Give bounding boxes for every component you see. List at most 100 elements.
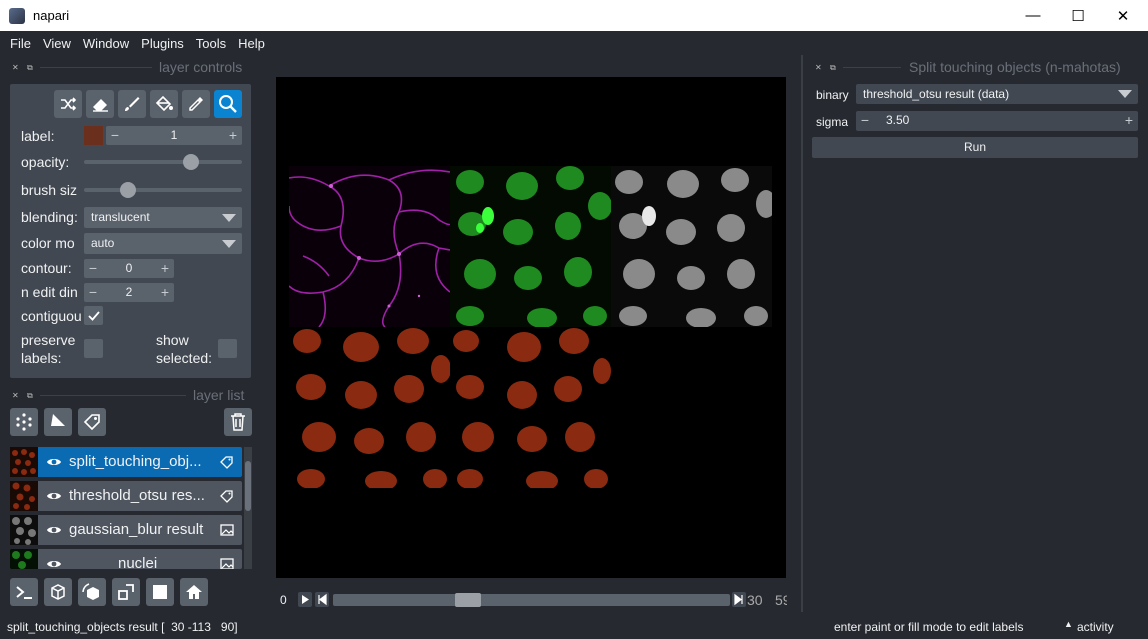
n-edit-dim-spinbox[interactable]: − 2 + xyxy=(84,283,174,302)
layer-list-title: layer list xyxy=(193,387,245,403)
layer-row-gaussian-blur[interactable]: gaussian_blur result xyxy=(10,515,242,545)
maximize-icon: ☐ xyxy=(1071,7,1085,25)
layer-row-nuclei[interactable]: nuclei xyxy=(10,549,242,569)
contour-decrement[interactable]: − xyxy=(84,259,102,278)
n-edit-dim-label: n edit din xyxy=(21,284,78,300)
layer-list-header: ✕ ⧉ xyxy=(12,386,42,404)
layer-name: gaussian_blur result xyxy=(69,521,204,538)
dock-splitter[interactable] xyxy=(801,55,803,612)
contour-increment[interactable]: + xyxy=(156,259,174,278)
toggle-grid-button[interactable] xyxy=(146,578,174,606)
layer-thumbnail xyxy=(10,549,38,569)
play-button[interactable] xyxy=(298,592,312,607)
layer-controls-title: layer controls xyxy=(159,59,243,75)
menu-window[interactable]: Window xyxy=(77,36,135,51)
layer-list-scrollbar[interactable] xyxy=(244,447,252,569)
dock-close-icon[interactable]: ✕ xyxy=(815,63,824,72)
eraser-button[interactable] xyxy=(86,90,114,118)
transpose-dims-button[interactable] xyxy=(112,578,140,606)
layer-name: split_touching_obj... xyxy=(69,453,202,470)
new-labels-layer-button[interactable] xyxy=(78,408,106,436)
chevron-down-icon xyxy=(1118,90,1132,98)
blending-dropdown[interactable]: translucent xyxy=(84,207,242,228)
menu-plugins[interactable]: Plugins xyxy=(135,36,190,51)
dims-slider-handle[interactable] xyxy=(455,593,482,607)
run-button[interactable]: Run xyxy=(812,137,1138,158)
dock-close-icon[interactable]: ✕ xyxy=(12,63,21,72)
skip-forward-icon xyxy=(734,593,743,606)
n-edit-dim-decrement[interactable]: − xyxy=(84,283,102,302)
dock-close-icon[interactable]: ✕ xyxy=(12,391,21,400)
roll-dims-button[interactable] xyxy=(78,578,106,606)
pan-zoom-button[interactable] xyxy=(214,90,242,118)
dock-float-icon[interactable]: ⧉ xyxy=(830,63,839,72)
layer-controls-header: ✕ ⧉ xyxy=(12,58,42,76)
menu-file[interactable]: File xyxy=(4,36,37,51)
show-selected-checkbox[interactable] xyxy=(218,339,237,358)
menu-tools[interactable]: Tools xyxy=(190,36,232,51)
layer-row-split-touching[interactable]: split_touching_obj... xyxy=(10,447,242,477)
plugin-panel-title: Split touching objects (n-mahotas) xyxy=(909,59,1121,75)
console-button[interactable] xyxy=(10,578,38,606)
new-points-layer-button[interactable] xyxy=(10,408,38,436)
scrollbar-thumb[interactable] xyxy=(245,461,251,511)
preserve-labels-label-line1: preserve xyxy=(21,332,76,348)
binary-value: threshold_otsu result (data) xyxy=(863,87,1010,101)
menu-view[interactable]: View xyxy=(37,36,77,51)
color-picker-button[interactable] xyxy=(182,90,210,118)
zoom-icon xyxy=(219,95,237,113)
brush-size-label: brush siz xyxy=(21,182,78,198)
menu-help[interactable]: Help xyxy=(232,36,271,51)
paint-brush-button[interactable] xyxy=(118,90,146,118)
layer-name: threshold_otsu res... xyxy=(69,487,205,504)
step-forward-button[interactable] xyxy=(732,592,746,607)
reset-view-button[interactable] xyxy=(180,578,208,606)
viewer-canvas[interactable] xyxy=(276,77,786,578)
label-increment[interactable]: + xyxy=(224,126,242,145)
show-selected-label-line2: selected: xyxy=(156,350,213,366)
dock-float-icon[interactable]: ⧉ xyxy=(27,63,36,72)
brush-size-slider-handle[interactable] xyxy=(119,182,136,198)
label-decrement[interactable]: − xyxy=(106,126,124,145)
maximize-button[interactable]: ☐ xyxy=(1055,0,1101,31)
brush-size-slider[interactable] xyxy=(84,188,242,192)
contiguous-checkbox[interactable] xyxy=(84,306,103,325)
layer-row-threshold-otsu[interactable]: threshold_otsu res... xyxy=(10,481,242,511)
image-layer-icon xyxy=(220,524,234,536)
label-spinbox[interactable]: − 1 + xyxy=(106,126,242,145)
new-shapes-layer-button[interactable] xyxy=(44,408,72,436)
activity-button[interactable]: activity xyxy=(1077,620,1114,634)
preserve-labels-checkbox[interactable] xyxy=(84,339,103,358)
delete-layer-button[interactable] xyxy=(224,408,252,436)
fill-bucket-button[interactable] xyxy=(150,90,178,118)
eye-icon[interactable] xyxy=(46,455,62,469)
contour-spinbox[interactable]: − 0 + xyxy=(84,259,174,278)
dims-slider-track[interactable] xyxy=(333,594,730,606)
toggle-ndisplay-button[interactable] xyxy=(44,578,72,606)
close-icon: ✕ xyxy=(1116,7,1130,25)
eye-icon[interactable] xyxy=(46,489,62,503)
sigma-label: sigma xyxy=(816,115,849,129)
dock-divider xyxy=(40,395,186,396)
caret-up-icon[interactable]: ▲ xyxy=(1064,619,1073,629)
n-edit-dim-increment[interactable]: + xyxy=(156,283,174,302)
dims-current-index: 0 xyxy=(280,593,287,607)
step-back-button[interactable] xyxy=(315,592,329,607)
nuclei-image xyxy=(450,166,611,327)
color-mode-dropdown[interactable]: auto xyxy=(84,233,242,254)
close-button[interactable]: ✕ xyxy=(1100,0,1146,31)
preserve-labels-label-line2: labels: xyxy=(21,350,62,366)
opacity-slider-handle[interactable] xyxy=(183,154,200,170)
sigma-decrement[interactable]: − xyxy=(856,111,874,130)
sigma-spinbox[interactable]: − 3.50 + xyxy=(856,111,1138,131)
minimize-button[interactable]: — xyxy=(1010,0,1056,31)
console-icon xyxy=(16,586,32,599)
eye-icon[interactable] xyxy=(46,557,62,569)
dock-float-icon[interactable]: ⧉ xyxy=(27,391,36,400)
opacity-slider[interactable] xyxy=(84,160,242,164)
shuffle-colors-button[interactable] xyxy=(54,90,82,118)
binary-dropdown[interactable]: threshold_otsu result (data) xyxy=(856,84,1138,104)
status-hint: enter paint or fill mode to edit labels xyxy=(834,620,1024,634)
eye-icon[interactable] xyxy=(46,523,62,537)
sigma-increment[interactable]: + xyxy=(1120,111,1138,130)
